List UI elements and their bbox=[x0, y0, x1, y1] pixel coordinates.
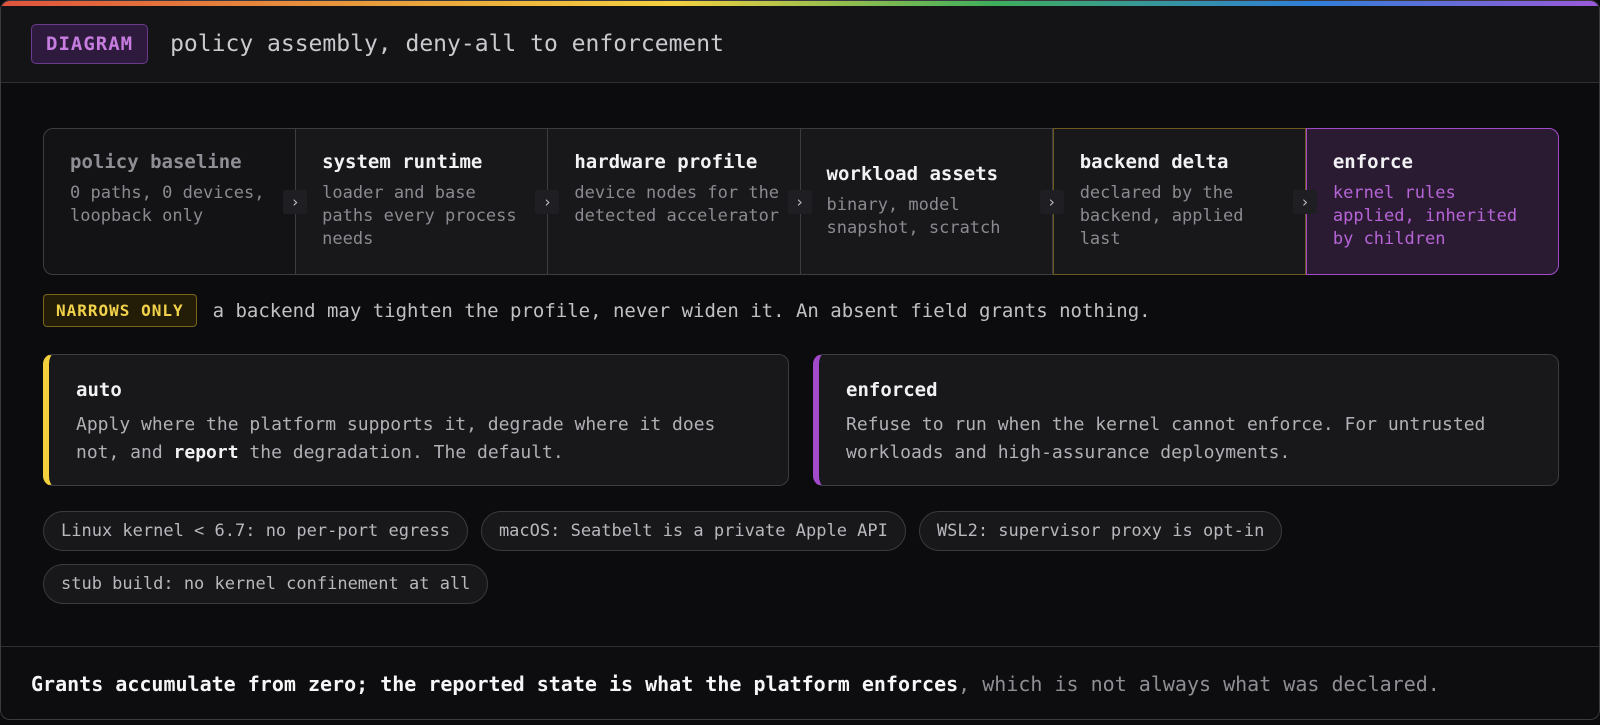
diagram-tag: DIAGRAM bbox=[31, 24, 149, 64]
stage-title: system runtime bbox=[322, 151, 483, 173]
chevron-right-icon: › bbox=[787, 190, 812, 214]
mode-desc-part: the degradation. The default. bbox=[238, 442, 564, 463]
caveat-chip: WSL2: supervisor proxy is opt-in bbox=[918, 511, 1283, 551]
stage-title: backend delta bbox=[1079, 151, 1229, 173]
mode-title: auto bbox=[76, 379, 122, 401]
footer-rest-text: , which is not always what was declared. bbox=[958, 672, 1440, 696]
stage-policy-baseline: policy baseline 0 paths, 0 devices, loop… bbox=[44, 129, 308, 274]
chevron-right-icon: › bbox=[283, 190, 308, 214]
stage-title: workload assets bbox=[826, 163, 999, 185]
policy-pipeline: policy baseline 0 paths, 0 devices, loop… bbox=[43, 128, 1560, 275]
footer-strong-text: Grants accumulate from zero; the reporte… bbox=[31, 672, 959, 696]
diagram-frame: DIAGRAM policy assembly, deny-all to enf… bbox=[0, 0, 1600, 720]
stage-hardware-profile: hardware profile device nodes for the de… bbox=[548, 129, 812, 274]
chevron-right-icon: › bbox=[1292, 190, 1317, 214]
caveat-chips: Linux kernel < 6.7: no per-port egress m… bbox=[43, 511, 1383, 604]
stage-system-runtime: system runtime loader and base paths eve… bbox=[296, 129, 560, 274]
stage-description: binary, model snapshot, scratch bbox=[826, 195, 1001, 238]
page-title: policy assembly, deny-all to enforcement bbox=[170, 31, 724, 57]
mode-title: enforced bbox=[846, 379, 938, 401]
stage-description: declared by the backend, applied last bbox=[1079, 183, 1244, 249]
stage-description: 0 paths, 0 devices, loopback only bbox=[70, 183, 265, 226]
stage-title: hardware profile bbox=[574, 151, 758, 173]
footer-summary: Grants accumulate from zero; the reporte… bbox=[1, 646, 1599, 719]
caveat-chip: stub build: no kernel confinement at all bbox=[43, 564, 489, 604]
mode-card-auto: auto Apply where the platform supports i… bbox=[43, 354, 789, 486]
narrows-only-badge: NARROWS ONLY bbox=[43, 294, 197, 327]
chevron-right-icon: › bbox=[1039, 190, 1064, 214]
stage-title: policy baseline bbox=[70, 151, 242, 173]
mode-card-enforced: enforced Refuse to run when the kernel c… bbox=[813, 354, 1559, 486]
mode-description: Apply where the platform supports it, de… bbox=[76, 411, 768, 467]
stage-workload-assets: workload assets binary, model snapshot, … bbox=[800, 129, 1064, 274]
stage-description: device nodes for the detected accelerato… bbox=[574, 183, 780, 226]
header: DIAGRAM policy assembly, deny-all to enf… bbox=[1, 6, 1599, 83]
stage-enforce: enforce kernel rules applied, inherited … bbox=[1305, 128, 1560, 275]
caveat-chip: Linux kernel < 6.7: no per-port egress bbox=[43, 511, 468, 551]
stage-description: loader and base paths every process need… bbox=[322, 183, 517, 249]
mode-desc-emphasis: report bbox=[173, 442, 239, 463]
stage-description: kernel rules applied, inherited by child… bbox=[1332, 183, 1518, 249]
mode-description: Refuse to run when the kernel cannot enf… bbox=[846, 414, 1486, 463]
narrows-text: a backend may tighten the profile, never… bbox=[212, 299, 1151, 322]
caveat-chip: macOS: Seatbelt is a private Apple API bbox=[480, 511, 906, 551]
stage-backend-delta: backend delta declared by the backend, a… bbox=[1052, 128, 1317, 275]
chevron-right-icon: › bbox=[535, 190, 560, 214]
narrows-note: NARROWS ONLY a backend may tighten the p… bbox=[43, 294, 1151, 327]
stage-title: enforce bbox=[1332, 151, 1413, 173]
